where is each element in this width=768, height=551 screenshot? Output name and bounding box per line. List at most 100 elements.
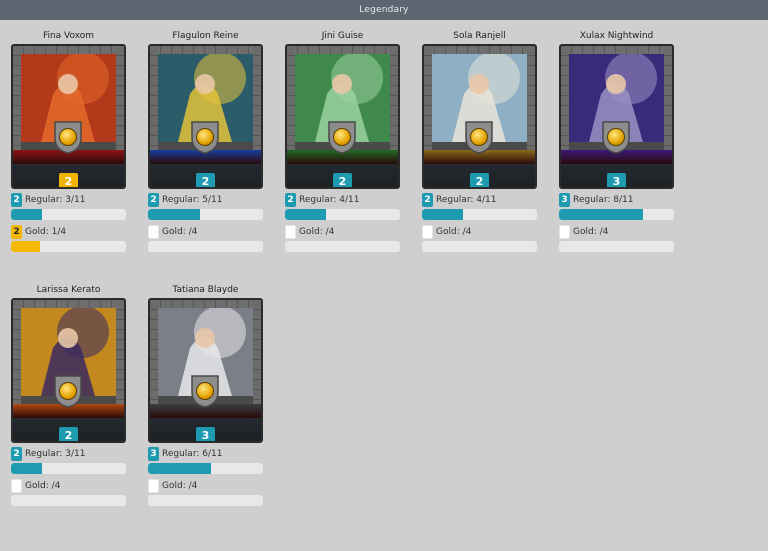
regular-progress-fill — [422, 209, 464, 220]
card-name: Tatiana Blayde — [172, 285, 239, 295]
regular-progress-row: 3 Regular: 6/11 — [148, 447, 263, 461]
gold-progress-row: Gold: /4 — [11, 479, 126, 493]
art-head — [469, 74, 489, 94]
card-item[interactable]: Fina Voxom 2 2 Regular: 3/11 2 Gold: 1/4 — [11, 28, 126, 257]
regular-level-badge: 2 — [285, 193, 296, 207]
gold-progress-bar — [148, 495, 263, 506]
regular-level-badge: 2 — [11, 193, 22, 207]
regular-progress-label: Regular: 4/11 — [436, 195, 497, 205]
card-name: Xulax Nightwind — [579, 31, 654, 41]
regular-progress-row: 2 Regular: 3/11 — [11, 447, 126, 461]
regular-progress-row: 3 Regular: 8/11 — [559, 193, 674, 207]
gold-level-badge — [422, 225, 433, 239]
regular-progress-row: 2 Regular: 5/11 — [148, 193, 263, 207]
gold-progress-row: Gold: /4 — [148, 225, 263, 239]
card-image[interactable]: 2 — [11, 298, 126, 443]
card-name: Flagulon Reine — [172, 31, 239, 41]
card-frame-top — [287, 46, 398, 54]
gold-progress-row: Gold: /4 — [148, 479, 263, 493]
card-name: Jini Guise — [321, 31, 364, 41]
art-head — [58, 328, 78, 348]
card-image[interactable]: 2 — [11, 44, 126, 189]
regular-progress-label: Regular: 8/11 — [573, 195, 634, 205]
regular-level-badge: 2 — [11, 447, 22, 461]
regular-progress-row: 2 Regular: 4/11 — [285, 193, 400, 207]
regular-progress-label: Regular: 4/11 — [299, 195, 360, 205]
card-level: 2 — [470, 173, 489, 187]
element-coin-icon — [196, 128, 214, 146]
card-item[interactable]: Larissa Kerato 2 2 Regular: 3/11 Gold: /… — [11, 282, 126, 511]
gold-progress-row: Gold: /4 — [285, 225, 400, 239]
regular-progress-row: 2 Regular: 3/11 — [11, 193, 126, 207]
element-coin-icon — [196, 382, 214, 400]
regular-progress-bar — [148, 463, 263, 474]
regular-progress-fill — [559, 209, 643, 220]
regular-level-badge: 3 — [559, 193, 570, 207]
card-name: Sola Ranjell — [453, 31, 506, 41]
regular-progress-row: 2 Regular: 4/11 — [422, 193, 537, 207]
card-name: Fina Voxom — [42, 31, 95, 41]
gold-progress-label: Gold: /4 — [162, 227, 198, 237]
regular-level-badge: 2 — [148, 193, 159, 207]
art-head — [606, 74, 626, 94]
gold-progress-bar — [11, 495, 126, 506]
regular-progress-fill — [285, 209, 327, 220]
regular-progress-bar — [422, 209, 537, 220]
card-level: 2 — [333, 173, 352, 187]
card-item[interactable]: Tatiana Blayde 3 3 Regular: 6/11 Gold: /… — [148, 282, 263, 511]
gold-progress-row: Gold: /4 — [422, 225, 537, 239]
window-title: Legendary — [0, 0, 768, 20]
art-head — [58, 74, 78, 94]
card-item[interactable]: Xulax Nightwind 3 3 Regular: 8/11 Gold: … — [559, 28, 674, 257]
gold-progress-bar — [422, 241, 537, 252]
gold-level-badge: 2 — [11, 225, 22, 239]
gold-level-badge — [148, 225, 159, 239]
gold-level-badge — [11, 479, 22, 493]
card-image[interactable]: 3 — [559, 44, 674, 189]
art-head — [332, 74, 352, 94]
card-image[interactable]: 3 — [148, 298, 263, 443]
element-coin-icon — [59, 128, 77, 146]
regular-progress-fill — [148, 463, 212, 474]
gold-progress-fill — [11, 241, 40, 252]
regular-level-badge: 2 — [422, 193, 433, 207]
regular-progress-label: Regular: 5/11 — [162, 195, 223, 205]
gold-progress-label: Gold: /4 — [25, 481, 61, 491]
card-item[interactable]: Sola Ranjell 2 2 Regular: 4/11 Gold: /4 — [422, 28, 537, 257]
card-image[interactable]: 2 — [422, 44, 537, 189]
gold-progress-label: Gold: 1/4 — [25, 227, 67, 237]
regular-progress-bar — [285, 209, 400, 220]
card-frame-top — [150, 46, 261, 54]
card-level: 2 — [59, 427, 78, 441]
card-frame-top — [13, 46, 124, 54]
gold-progress-label: Gold: /4 — [573, 227, 609, 237]
card-level: 2 — [196, 173, 215, 187]
gold-progress-row: 2 Gold: 1/4 — [11, 225, 126, 239]
regular-progress-fill — [11, 209, 43, 220]
regular-progress-label: Regular: 3/11 — [25, 449, 86, 459]
element-coin-icon — [59, 382, 77, 400]
regular-progress-fill — [148, 209, 200, 220]
gold-progress-bar — [559, 241, 674, 252]
art-head — [195, 328, 215, 348]
gold-progress-row: Gold: /4 — [559, 225, 674, 239]
gold-progress-label: Gold: /4 — [299, 227, 335, 237]
regular-progress-bar — [148, 209, 263, 220]
card-image[interactable]: 2 — [148, 44, 263, 189]
card-image[interactable]: 2 — [285, 44, 400, 189]
card-frame-top — [561, 46, 672, 54]
gold-progress-bar — [148, 241, 263, 252]
regular-progress-fill — [11, 463, 43, 474]
card-name: Larissa Kerato — [36, 285, 101, 295]
gold-progress-bar — [285, 241, 400, 252]
gold-progress-bar — [11, 241, 126, 252]
regular-progress-label: Regular: 3/11 — [25, 195, 86, 205]
element-coin-icon — [333, 128, 351, 146]
card-frame-top — [150, 300, 261, 308]
element-coin-icon — [607, 128, 625, 146]
regular-progress-label: Regular: 6/11 — [162, 449, 223, 459]
card-item[interactable]: Jini Guise 2 2 Regular: 4/11 Gold: /4 — [285, 28, 400, 257]
card-item[interactable]: Flagulon Reine 2 2 Regular: 5/11 Gold: /… — [148, 28, 263, 257]
gold-level-badge — [285, 225, 296, 239]
card-level: 2 — [59, 173, 78, 187]
